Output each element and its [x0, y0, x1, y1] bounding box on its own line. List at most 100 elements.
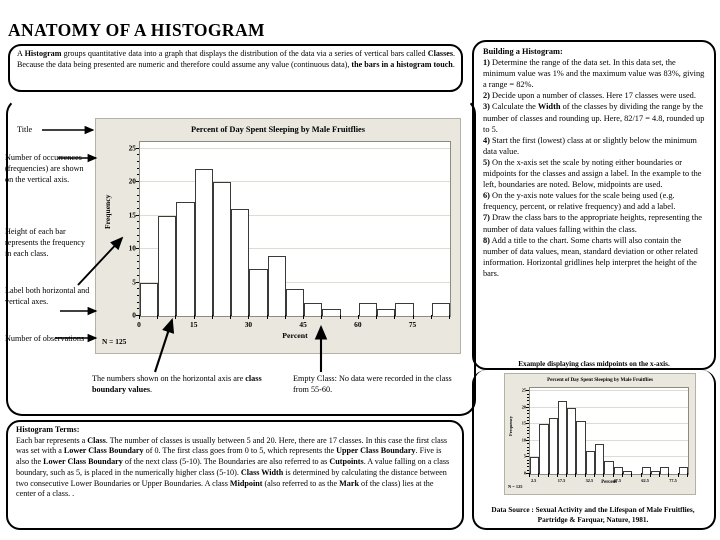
- building-step-2: 2) Decide upon a number of classes. Here…: [483, 91, 696, 101]
- annotation-class-boundary: The numbers shown on the horizontal axis…: [92, 374, 262, 394]
- plot-area: [139, 141, 451, 317]
- x-tick-mark: [357, 315, 359, 319]
- mini-chart-caption: Example displaying class midpoints on th…: [518, 360, 670, 368]
- y-minor-tick: [137, 228, 139, 229]
- x-tick-label: 45: [299, 320, 307, 329]
- histogram-bar: [358, 302, 378, 316]
- y-tick-mark: [526, 423, 529, 425]
- sample-size-label: N = 125: [102, 337, 127, 346]
- y-tick-label: 25: [521, 387, 526, 393]
- y-tick-label: 25: [128, 143, 136, 153]
- y-tick-mark: [136, 248, 139, 250]
- histogram-bar: [548, 417, 558, 474]
- building-step-4: 4) Start the first (lowest) class at or …: [483, 135, 697, 156]
- histogram-bar: [285, 289, 305, 316]
- intro-text: A Histogram groups quantitative data int…: [17, 49, 455, 69]
- mini-x-axis-label: Percent: [601, 480, 617, 485]
- x-tick-mark: [631, 473, 633, 477]
- gridline: [140, 181, 450, 183]
- annotation-observations: Number of observations: [5, 334, 85, 343]
- histogram-bar: [539, 424, 549, 474]
- y-tick-label: 5: [523, 453, 526, 459]
- mini-chart-title: Percent of Day Spent Sleeping by Male Fr…: [547, 377, 653, 383]
- x-tick-mark: [529, 473, 530, 477]
- gridline: [530, 390, 688, 392]
- y-minor-tick: [137, 274, 139, 276]
- x-tick-mark: [303, 315, 305, 319]
- histogram-bar: [158, 215, 177, 316]
- y-minor-tick: [137, 201, 139, 203]
- mini-y-axis-label: Frequency: [508, 416, 513, 436]
- y-minor-tick: [527, 469, 529, 471]
- y-minor-tick: [527, 420, 529, 422]
- x-tick-mark: [284, 315, 286, 319]
- terms-body: Each bar represents a Class. The number …: [16, 435, 450, 499]
- histogram-bar: [212, 182, 232, 316]
- x-tick-mark: [266, 315, 268, 319]
- x-tick-label: 75: [408, 320, 417, 329]
- histogram-bar: [322, 309, 341, 316]
- y-minor-tick: [137, 207, 139, 209]
- y-minor-tick: [137, 268, 139, 270]
- x-tick-mark: [566, 473, 568, 477]
- x-tick-mark: [677, 473, 679, 477]
- y-minor-tick: [527, 416, 529, 418]
- y-minor-tick: [527, 403, 529, 405]
- y-minor-tick: [137, 254, 139, 256]
- x-tick-mark: [394, 315, 396, 319]
- x-tick-label: 2.5: [530, 478, 537, 483]
- y-tick-mark: [136, 181, 139, 183]
- y-tick-mark: [526, 406, 529, 408]
- y-minor-tick: [527, 466, 529, 468]
- y-minor-tick: [527, 443, 529, 445]
- building-heading: Building a Histogram:: [483, 47, 563, 56]
- y-minor-tick: [527, 393, 529, 395]
- y-minor-tick: [137, 301, 139, 303]
- y-minor-tick: [137, 234, 139, 236]
- y-tick-label: 0: [523, 470, 526, 476]
- x-tick-mark: [687, 473, 688, 477]
- x-tick-mark: [157, 315, 159, 319]
- histogram-bar: [194, 168, 213, 316]
- histogram-bar: [140, 282, 159, 316]
- y-tick-label: 10: [521, 437, 526, 443]
- y-tick-mark: [136, 281, 139, 283]
- y-tick-mark: [526, 456, 529, 458]
- y-tick-label: 15: [521, 420, 526, 426]
- y-minor-tick: [137, 288, 139, 290]
- terms-heading: Histogram Terms:: [16, 425, 80, 434]
- x-tick-mark: [211, 315, 213, 319]
- annotation-bar-height: Height of each bar represents the freque…: [5, 227, 86, 259]
- page-title: ANATOMY OF A HISTOGRAM: [8, 20, 265, 40]
- main-histogram-chart: Percent of Day Spent Sleeping by Male Fr…: [95, 118, 461, 354]
- y-minor-tick: [527, 453, 529, 455]
- histogram-bar: [395, 302, 414, 316]
- y-minor-tick: [137, 241, 139, 243]
- x-tick-label: 0: [137, 320, 141, 329]
- y-minor-tick: [137, 221, 139, 223]
- y-tick-label: 5: [132, 277, 136, 287]
- y-minor-tick: [137, 261, 139, 263]
- x-tick-mark: [412, 315, 414, 319]
- y-minor-tick: [527, 449, 529, 451]
- histogram-bar: [530, 457, 540, 474]
- x-tick-mark: [649, 473, 651, 477]
- x-tick-label: 60: [354, 320, 362, 329]
- y-minor-tick: [137, 187, 139, 189]
- x-tick-mark: [193, 315, 195, 319]
- x-tick-mark: [430, 315, 432, 319]
- histogram-terms-callout: Histogram Terms: Each bar represents a C…: [6, 420, 464, 530]
- mini-sample-size-label: N = 125: [508, 484, 523, 489]
- histogram-bar: [595, 444, 605, 474]
- histogram-bar: [576, 421, 586, 474]
- x-axis-label: Percent: [282, 331, 308, 340]
- y-tick-mark: [136, 147, 139, 149]
- histogram-bar: [567, 407, 577, 474]
- x-tick-label: 17.5: [557, 478, 566, 483]
- y-tick-label: 10: [128, 243, 136, 253]
- x-tick-mark: [668, 473, 670, 477]
- y-minor-tick: [137, 161, 139, 163]
- x-tick-label: 47.5: [613, 478, 622, 483]
- x-tick-label: 32.5: [585, 478, 594, 483]
- y-tick-label: 0: [132, 310, 136, 320]
